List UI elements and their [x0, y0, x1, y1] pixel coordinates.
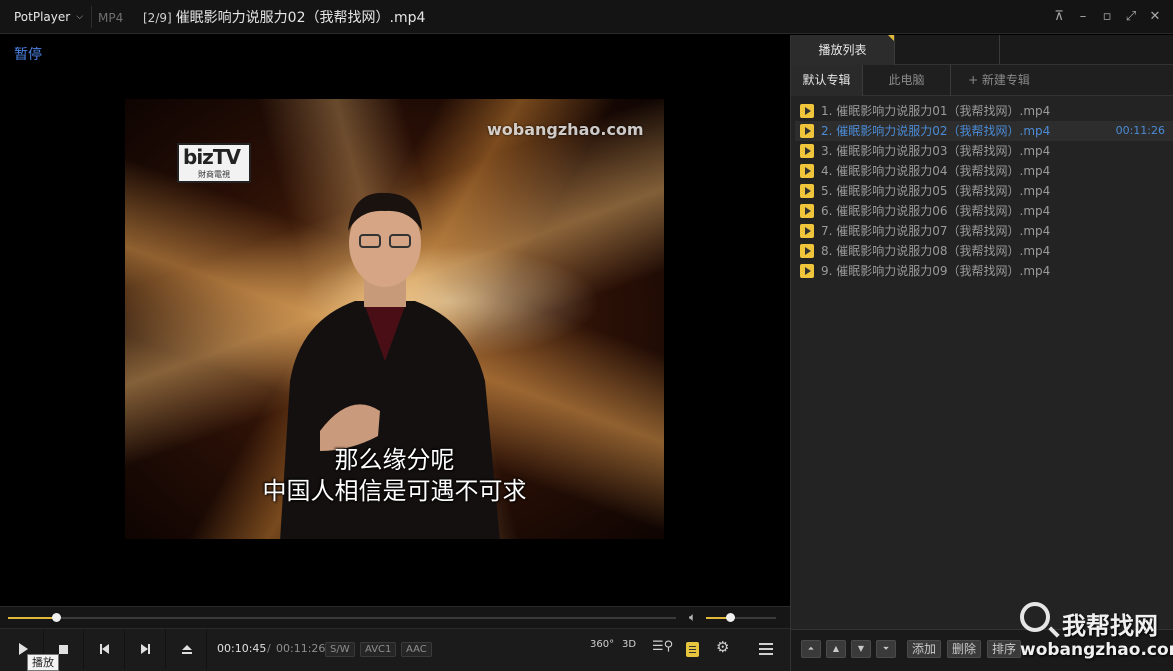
seek-bar[interactable]	[8, 613, 676, 622]
video-file-icon	[800, 244, 814, 258]
app-menu-button[interactable]: PotPlayer ⌵	[6, 6, 93, 28]
format-label: MP4	[98, 11, 124, 25]
tooltip: 播放	[27, 654, 59, 671]
panel-tabs: 播放列表	[791, 35, 1173, 65]
menu-icon[interactable]	[759, 643, 773, 655]
playlist-index: [2/9]	[143, 11, 172, 25]
site-watermark: 我帮找网 wobangzhao.com	[1016, 600, 1173, 671]
video-file-icon	[800, 204, 814, 218]
playlist-panel: 播放列表 默认专辑 此电脑 + 新建专辑 1. 催眠影响力说服力01（我帮找网）…	[790, 35, 1173, 671]
video-codec-tag[interactable]: AVC1	[360, 642, 397, 657]
seek-bar-area: 🔈︎	[0, 606, 790, 628]
video-file-icon	[800, 104, 814, 118]
playlist-item[interactable]: 9. 催眠影响力说服力09（我帮找网）.mp4	[795, 261, 1173, 281]
window-controls: ⊼ – ▫ ⤢ ✕	[1049, 6, 1165, 28]
volume-icon[interactable]: 🔈︎	[689, 610, 696, 625]
magnifier-icon	[1020, 602, 1050, 632]
eject-icon	[181, 644, 192, 654]
fullscreen-icon[interactable]: ⤢	[1121, 6, 1141, 28]
video-area[interactable]: 暂停 bizTV 財商電視 wobangzhao.com 那么缘分呢 中国人相信…	[0, 35, 790, 606]
video-file-icon	[800, 144, 814, 158]
stop-icon	[59, 644, 68, 654]
move-bottom-icon[interactable]: ⏷	[876, 640, 896, 658]
playlist-item[interactable]: 8. 催眠影响力说服力08（我帮找网）.mp4	[795, 241, 1173, 261]
playlist-item[interactable]: 1. 催眠影响力说服力01（我帮找网）.mp4	[795, 101, 1173, 121]
album-tabs: 默认专辑 此电脑 + 新建专辑	[791, 65, 1173, 96]
video-file-icon	[800, 184, 814, 198]
seek-progress	[8, 617, 57, 619]
video-file-icon	[800, 124, 814, 138]
playlist-item[interactable]: 7. 催眠影响力说服力07（我帮找网）.mp4	[795, 221, 1173, 241]
subtitle: 那么缘分呢 中国人相信是可遇不可求	[125, 445, 664, 507]
title-bar: PotPlayer ⌵ MP4 [2/9] 催眠影响力说服力02（我帮找网）.mp…	[0, 0, 1173, 34]
time-separator: /	[267, 642, 271, 655]
maximize-icon[interactable]: ▫	[1097, 6, 1117, 28]
video-file-icon	[800, 264, 814, 278]
volume-slider[interactable]	[706, 613, 776, 622]
subtitle-icon[interactable]	[686, 642, 699, 657]
move-top-icon[interactable]: ⏶	[801, 640, 821, 658]
gear-icon[interactable]: ⚙	[716, 638, 729, 656]
subtitle-line-2: 中国人相信是可遇不可求	[262, 477, 527, 505]
album-tab-this-pc[interactable]: 此电脑	[863, 65, 951, 96]
playlist-item[interactable]: 3. 催眠影响力说服力03（我帮找网）.mp4	[795, 141, 1173, 161]
3d-button[interactable]: 3D	[622, 639, 636, 650]
video-frame: bizTV 財商電視 wobangzhao.com 那么缘分呢 中国人相信是可遇…	[125, 99, 664, 539]
playlist-item[interactable]: 5. 催眠影响力说服力05（我帮找网）.mp4	[795, 181, 1173, 201]
minimize-icon[interactable]: –	[1073, 6, 1093, 28]
playlist-item[interactable]: 4. 催眠影响力说服力04（我帮找网）.mp4	[795, 161, 1173, 181]
file-title: 催眠影响力说服力02（我帮找网）.mp4	[175, 10, 426, 26]
control-bar: 00:10:45 / 00:11:26 S/W AVC1 AAC 360° 3D…	[0, 628, 790, 671]
window-title: [2/9] 催眠影响力说服力02（我帮找网）.mp4	[143, 0, 425, 34]
video-file-icon	[800, 164, 814, 178]
add-button[interactable]: 添加	[907, 640, 942, 658]
album-tab-new[interactable]: + 新建专辑	[951, 65, 1047, 96]
open-file-button[interactable]	[167, 629, 207, 669]
next-icon	[141, 644, 150, 654]
move-down-icon[interactable]: ▼	[851, 640, 871, 658]
delete-button[interactable]: 删除	[947, 640, 982, 658]
vr-360-button[interactable]: 360°	[590, 639, 614, 650]
channel-logo: bizTV 財商電視	[177, 143, 251, 183]
seek-handle[interactable]	[52, 613, 62, 622]
watermark-cn: 我帮找网	[1062, 612, 1158, 640]
video-file-icon	[800, 224, 814, 238]
osd-status: 暂停	[14, 47, 42, 63]
item-duration: 00:11:26	[1115, 124, 1165, 137]
next-button[interactable]	[126, 629, 166, 669]
album-tab-default[interactable]: 默认专辑	[791, 65, 863, 96]
tab-blank[interactable]	[895, 35, 1000, 65]
move-up-icon[interactable]: ▲	[826, 640, 846, 658]
playlist: 1. 催眠影响力说服力01（我帮找网）.mp4 2. 催眠影响力说服力02（我帮…	[795, 101, 1173, 281]
chevron-down-icon: ⌵	[76, 12, 84, 22]
total-time: 00:11:26	[276, 642, 326, 655]
current-time: 00:10:45	[217, 642, 267, 655]
tab-playlist[interactable]: 播放列表	[791, 35, 895, 65]
decoder-tag[interactable]: S/W	[325, 642, 355, 657]
playlist-item-active[interactable]: 2. 催眠影响力说服力02（我帮找网）.mp4 00:11:26	[795, 121, 1173, 141]
pin-icon[interactable]: ⊼	[1049, 6, 1069, 28]
app-name: PotPlayer	[14, 10, 71, 24]
audio-codec-tag[interactable]: AAC	[401, 642, 432, 657]
playlist-item[interactable]: 6. 催眠影响力说服力06（我帮找网）.mp4	[795, 201, 1173, 221]
frame-watermark: wobangzhao.com	[487, 120, 644, 139]
close-icon[interactable]: ✕	[1145, 6, 1165, 28]
previous-button[interactable]	[85, 629, 125, 669]
volume-handle[interactable]	[725, 613, 735, 622]
subtitle-line-1: 那么缘分呢	[334, 446, 455, 474]
previous-icon	[100, 644, 109, 654]
watermark-url: wobangzhao.com	[1020, 640, 1173, 660]
playlist-search-icon[interactable]: ☰⚲	[652, 639, 673, 654]
